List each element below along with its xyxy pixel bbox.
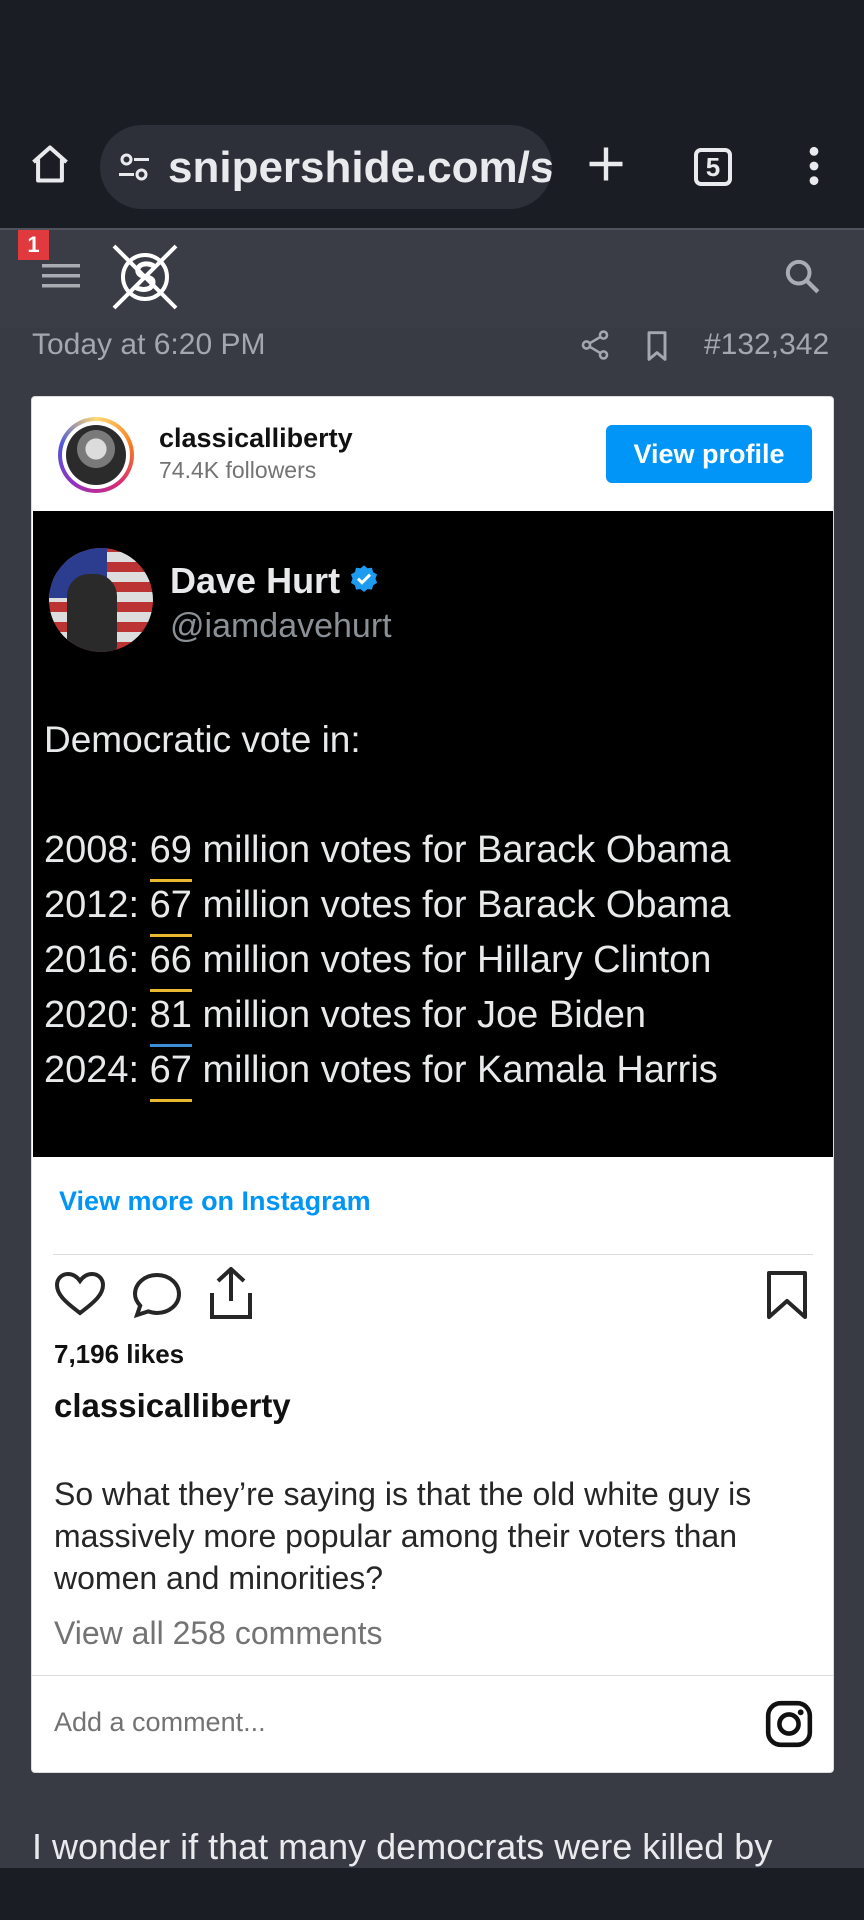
- divider: [53, 1254, 813, 1255]
- likes-count[interactable]: 7,196 likes: [54, 1339, 184, 1370]
- tweet-year: 2012:: [44, 884, 140, 926]
- tweet-line-rest: million votes for Kamala Harris: [202, 1049, 718, 1091]
- tweet-number: 81: [149, 994, 192, 1047]
- tweet-line-rest: million votes for Barack Obama: [202, 829, 731, 871]
- reply-post-text: I wonder if that many democrats were kil…: [32, 1826, 773, 1867]
- tweet-year: 2008:: [44, 829, 140, 871]
- view-all-comments-link[interactable]: View all 258 comments: [54, 1615, 382, 1652]
- more-vert-icon[interactable]: [798, 144, 830, 193]
- add-comment-field[interactable]: Add a comment...: [54, 1707, 266, 1738]
- tweet-line-rest: million votes for Barack Obama: [202, 884, 731, 926]
- view-more-on-instagram-link[interactable]: View more on Instagram: [59, 1186, 371, 1217]
- url-bar[interactable]: snipershide.com/s: [100, 125, 552, 209]
- tune-icon[interactable]: [116, 149, 152, 190]
- view-profile-button[interactable]: View profile: [606, 425, 812, 483]
- comment-icon[interactable]: [131, 1271, 183, 1324]
- save-bookmark-icon[interactable]: [765, 1269, 809, 1326]
- tweet-handle: @iamdavehurt: [170, 607, 392, 645]
- verified-badge-icon: [348, 564, 380, 601]
- avatar[interactable]: [58, 417, 134, 493]
- tweet-line: 2016: 66 million votes for Hillary Clint…: [44, 939, 712, 992]
- tweet-line-rest: million votes for Joe Biden: [202, 994, 647, 1036]
- instagram-logo-icon[interactable]: [764, 1699, 814, 1754]
- tweet-year: 2020:: [44, 994, 140, 1036]
- ig-username[interactable]: classicalliberty: [159, 423, 353, 454]
- tweet-line: 2012: 67 million votes for Barack Obama: [44, 884, 731, 937]
- tab-switcher-icon[interactable]: 5: [694, 148, 732, 186]
- tweet-number: 67: [149, 1049, 192, 1102]
- status-bar-area: [0, 0, 864, 110]
- navigation-bar: [0, 1868, 864, 1920]
- snipershide-logo[interactable]: [110, 242, 180, 317]
- search-icon[interactable]: [782, 256, 822, 301]
- post-timestamp[interactable]: Today at 6:20 PM: [32, 328, 265, 362]
- tweet-line-rest: million votes for Hillary Clinton: [202, 939, 712, 981]
- tweet-avatar: [49, 548, 153, 652]
- thread-content: Today at 6:20 PM #132,342 classicalliber…: [0, 328, 864, 1868]
- post-number[interactable]: #132,342: [704, 328, 829, 362]
- bookmark-icon[interactable]: [642, 330, 672, 367]
- tweet-year: 2024:: [44, 1049, 140, 1091]
- tweet-lead-text: Democratic vote in:: [44, 719, 361, 760]
- tweet-number: 66: [149, 939, 192, 992]
- instagram-embed: classicalliberty 74.4K followers View pr…: [31, 396, 834, 1773]
- tweet-line: 2008: 69 million votes for Barack Obama: [44, 829, 731, 882]
- tweet-year: 2016:: [44, 939, 140, 981]
- tweet-line: 2024: 67 million votes for Kamala Harris: [44, 1049, 718, 1102]
- home-icon[interactable]: [28, 142, 72, 191]
- tweet-author-name: Dave Hurt: [170, 560, 341, 601]
- share-icon[interactable]: [578, 328, 612, 367]
- tweet-number: 69: [149, 829, 192, 882]
- share-upload-icon[interactable]: [206, 1265, 256, 1326]
- ig-followers: 74.4K followers: [159, 457, 317, 483]
- caption-username[interactable]: classicalliberty: [54, 1387, 291, 1425]
- tweet-line: 2020: 81 million votes for Joe Biden: [44, 994, 647, 1047]
- tweet-number: 67: [149, 884, 192, 937]
- caption-text: So what they’re saying is that the old w…: [54, 1476, 752, 1596]
- embedded-tweet-image[interactable]: Dave Hurt @iamdavehurt Democratic vote i…: [33, 511, 833, 1157]
- divider: [32, 1675, 833, 1676]
- heart-icon[interactable]: [54, 1271, 106, 1322]
- plus-icon[interactable]: [584, 142, 628, 191]
- notification-badge[interactable]: 1: [18, 230, 49, 260]
- url-text[interactable]: snipershide.com/s: [168, 143, 552, 193]
- hamburger-icon[interactable]: [42, 262, 80, 295]
